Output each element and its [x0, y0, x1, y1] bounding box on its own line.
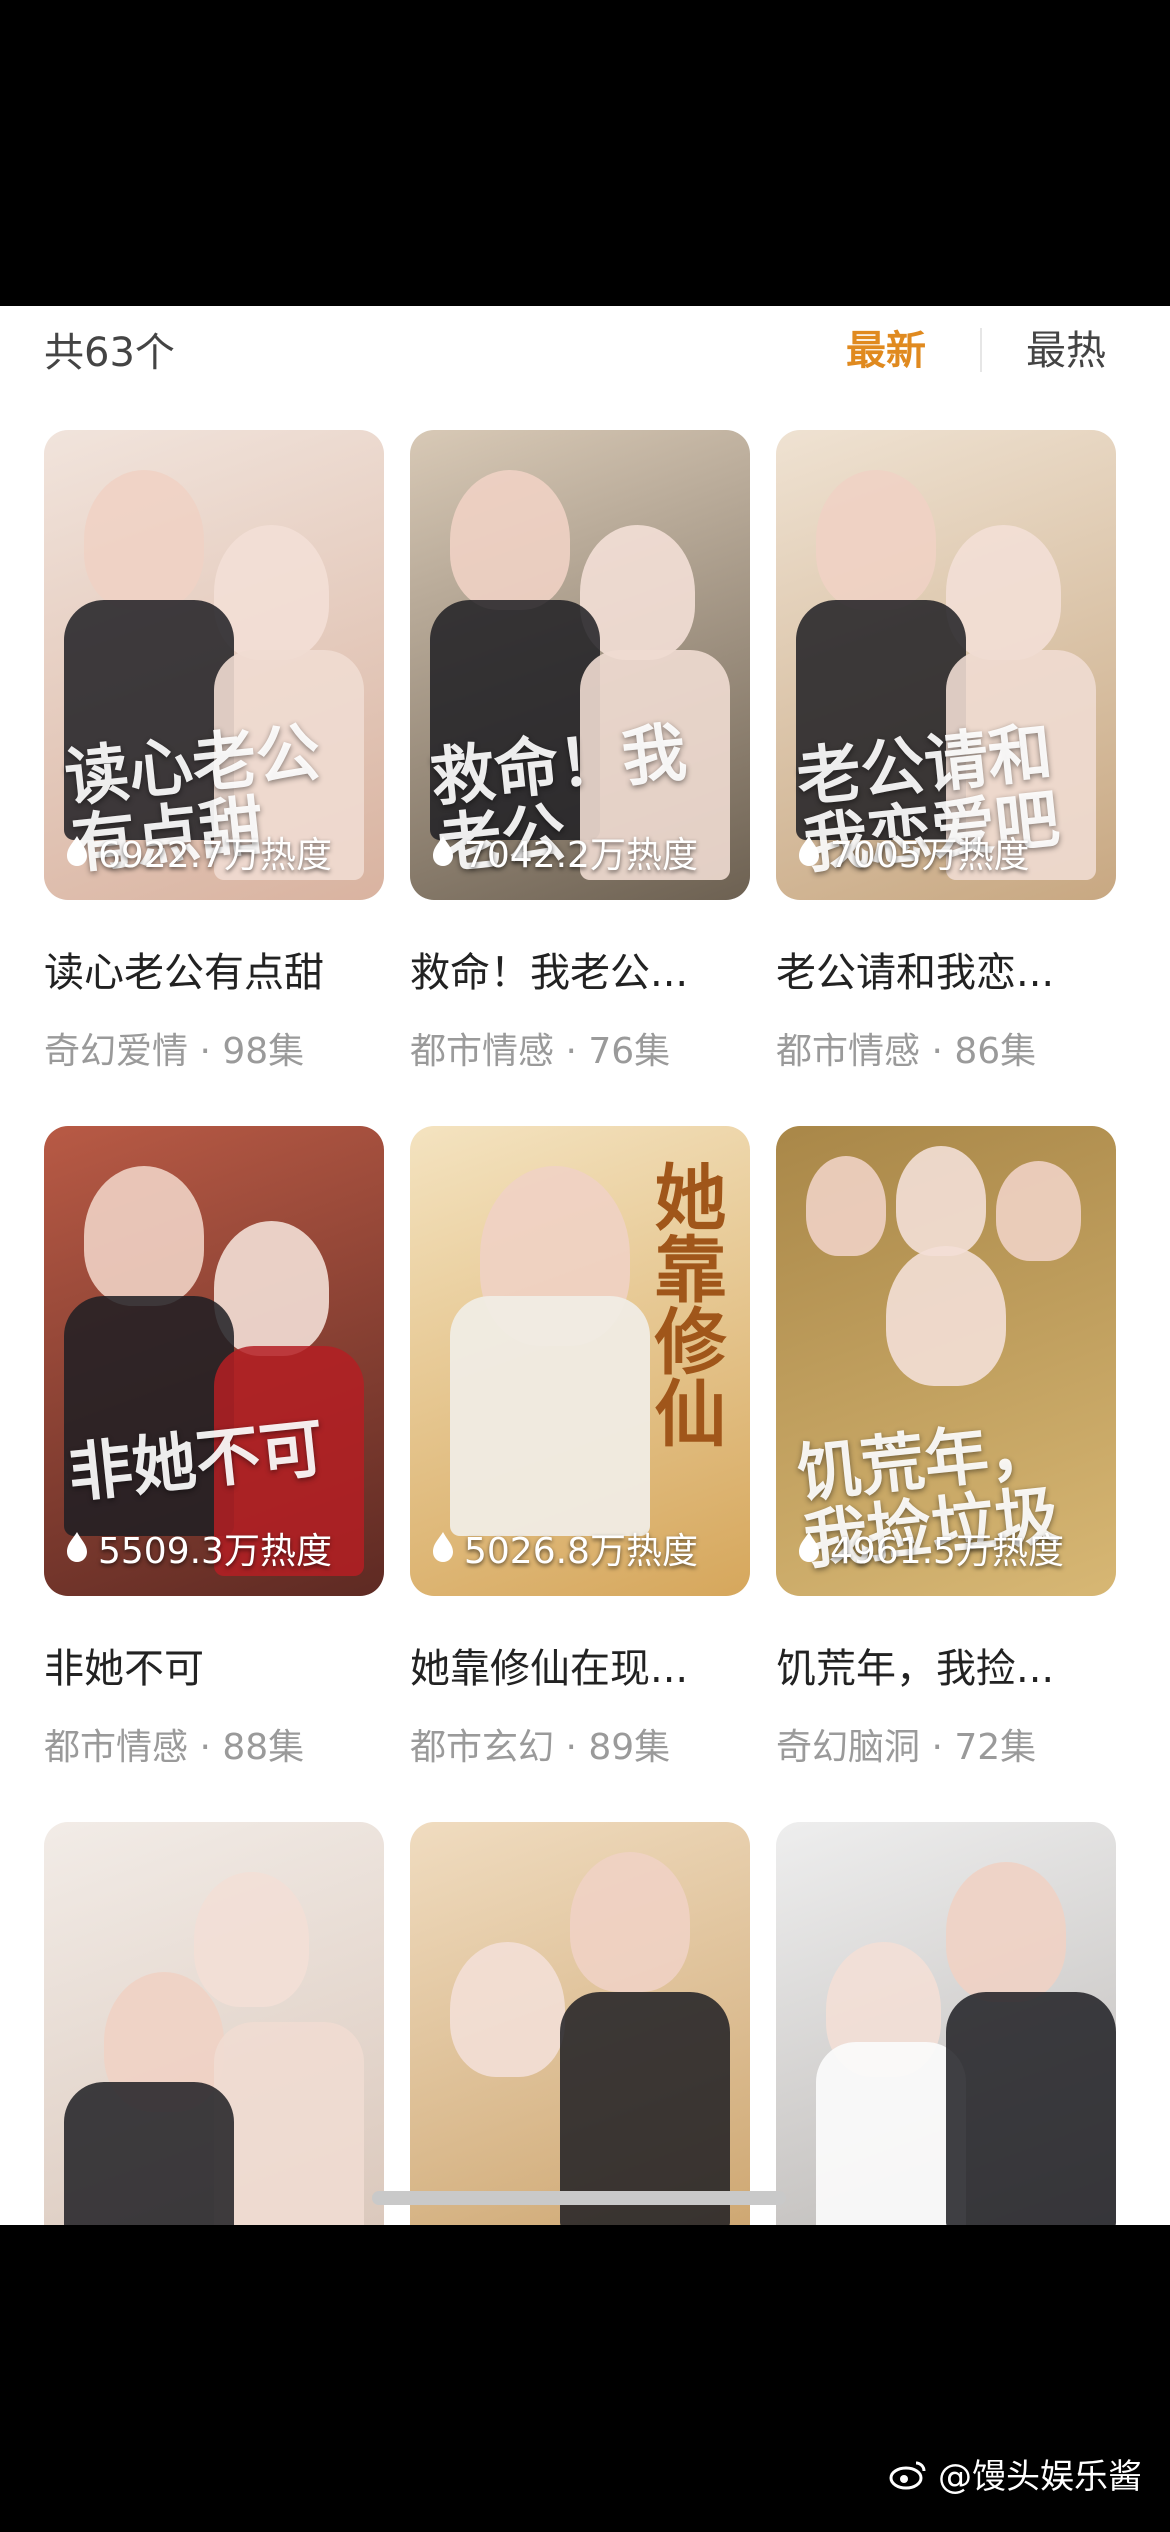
drama-title[interactable]: 非她不可: [44, 1636, 384, 1694]
poster-figure: [194, 1872, 309, 2007]
heat-badge: 5509.3万热度: [64, 1522, 332, 1574]
heat-value: 6922.7万热度: [98, 835, 332, 876]
drama-meta: 都市情感 · 86集: [776, 1031, 1037, 1072]
drama-meta: 都市玄幻 · 89集: [410, 1727, 671, 1768]
weibo-icon: [889, 2461, 926, 2489]
poster-title-art: 她靠修仙: [642, 1160, 727, 1448]
flame-icon: [433, 1532, 453, 1562]
drama-poster[interactable]: [776, 1822, 1116, 2225]
drama-poster[interactable]: 老公请和我恋爱吧 7005万热度: [776, 430, 1116, 900]
drama-meta: 都市情感 · 76集: [410, 1031, 671, 1072]
flame-icon: [67, 836, 87, 866]
poster-figure: [996, 1161, 1081, 1261]
poster-figure: [450, 1942, 565, 2077]
drama-poster[interactable]: 读心老公有点甜 6922.7万热度: [44, 430, 384, 900]
poster-figure: [64, 2082, 234, 2225]
drama-card[interactable]: 非她不可 5509.3万热度 非她不可 都市情感 · 88集: [44, 1126, 384, 1770]
drama-card[interactable]: [410, 1822, 750, 2225]
drama-poster[interactable]: [410, 1822, 750, 2225]
poster-figure: [450, 1296, 650, 1536]
drama-poster[interactable]: 她靠修仙 5026.8万热度: [410, 1126, 750, 1596]
drama-title[interactable]: 老公请和我恋...: [776, 940, 1116, 998]
heat-value: 4961.5万热度: [830, 1531, 1064, 1572]
heat-badge: 4961.5万热度: [796, 1522, 1064, 1574]
drama-title[interactable]: 饥荒年，我捡...: [776, 1636, 1116, 1694]
flame-icon: [799, 836, 819, 866]
top-black-band: [0, 0, 1170, 306]
poster-figure: [946, 1992, 1116, 2225]
drama-poster[interactable]: 饥荒年，我捡垃圾 4961.5万热度: [776, 1126, 1116, 1596]
poster-figure: [896, 1146, 986, 1256]
flame-icon: [433, 836, 453, 866]
poster-figure: [816, 2042, 966, 2225]
watermark-text: @馒头娱乐酱: [938, 2457, 1142, 2497]
drama-card[interactable]: 她靠修仙 5026.8万热度 她靠修仙在现... 都市玄幻 · 89集: [410, 1126, 750, 1770]
poster-figure: [570, 1852, 690, 1992]
flame-icon: [799, 1532, 819, 1562]
poster-figure: [886, 1246, 1006, 1386]
heat-badge: 7005万热度: [796, 826, 1030, 878]
watermark: @馒头娱乐酱: [888, 2449, 1142, 2498]
heat-badge: 7042.2万热度: [430, 826, 698, 878]
drama-title[interactable]: 读心老公有点甜: [44, 940, 384, 998]
home-indicator[interactable]: [372, 2191, 786, 2205]
poster-figure: [214, 2022, 364, 2225]
drama-card[interactable]: [44, 1822, 384, 2225]
drama-poster[interactable]: 非她不可 5509.3万热度: [44, 1126, 384, 1596]
poster-figure: [84, 470, 204, 610]
drama-meta: 都市情感 · 88集: [44, 1727, 305, 1768]
drama-poster[interactable]: 救命！我老公 7042.2万热度: [410, 430, 750, 900]
drama-meta: 奇幻脑洞 · 72集: [776, 1727, 1037, 1768]
heat-badge: 5026.8万热度: [430, 1522, 698, 1574]
flame-icon: [67, 1532, 87, 1562]
heat-value: 7005万热度: [830, 835, 1030, 876]
drama-title[interactable]: 她靠修仙在现...: [410, 1636, 750, 1694]
poster-figure: [946, 1862, 1066, 2002]
drama-card[interactable]: [776, 1822, 1116, 2225]
bottom-black-band: @馒头娱乐酱: [0, 2225, 1170, 2532]
drama-poster[interactable]: [44, 1822, 384, 2225]
drama-card[interactable]: 救命！我老公 7042.2万热度 救命！我老公... 都市情感 · 76集: [410, 430, 750, 1074]
poster-figure: [806, 1156, 886, 1256]
heat-value: 7042.2万热度: [464, 835, 698, 876]
drama-card[interactable]: 读心老公有点甜 6922.7万热度 读心老公有点甜 奇幻爱情 · 98集: [44, 430, 384, 1074]
heat-value: 5509.3万热度: [98, 1531, 332, 1572]
heat-badge: 6922.7万热度: [64, 826, 332, 878]
poster-figure: [816, 470, 936, 610]
poster-figure: [84, 1166, 204, 1306]
poster-figure: [450, 470, 570, 610]
drama-grid: 读心老公有点甜 6922.7万热度 读心老公有点甜 奇幻爱情 · 98集 救命！…: [0, 306, 1170, 2225]
drama-list-panel: 共63个 最新 最热 读心老公有点甜 6922.7万热度 读心老公有点甜 奇幻爱…: [0, 306, 1170, 2225]
drama-title[interactable]: 救命！我老公...: [410, 940, 750, 998]
heat-value: 5026.8万热度: [464, 1531, 698, 1572]
drama-meta: 奇幻爱情 · 98集: [44, 1031, 305, 1072]
drama-card[interactable]: 饥荒年，我捡垃圾 4961.5万热度 饥荒年，我捡... 奇幻脑洞 · 72集: [776, 1126, 1116, 1770]
drama-card[interactable]: 老公请和我恋爱吧 7005万热度 老公请和我恋... 都市情感 · 86集: [776, 430, 1116, 1074]
